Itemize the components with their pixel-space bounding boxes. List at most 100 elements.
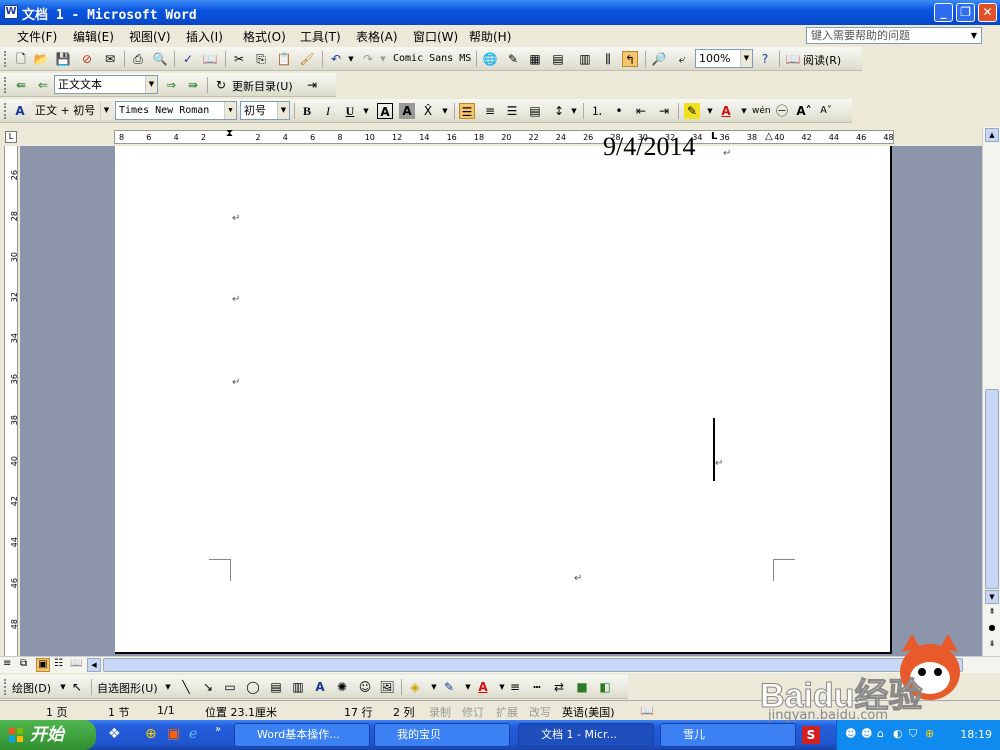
scroll-up-arrow[interactable]: ▲ <box>985 128 999 142</box>
menu-window[interactable]: 窗口(W) <box>413 28 458 45</box>
quicklaunch-app-icon[interactable]: ❖ <box>108 726 121 742</box>
horizontal-scroll-thumb[interactable] <box>103 658 963 672</box>
vertical-ruler[interactable]: 26 28 30 32 34 36 38 40 42 44 46 48 <box>0 146 20 656</box>
style-select[interactable]: 正文 + 初号 ▼ <box>31 101 113 120</box>
justify-icon[interactable]: ▤ <box>527 103 543 119</box>
status-record[interactable]: 录制 <box>429 704 451 720</box>
task-word-document[interactable]: 文档 1 - Micr... <box>518 723 654 747</box>
show-formatting-icon[interactable]: 🔎 <box>651 51 667 67</box>
status-overtype[interactable]: 改写 <box>529 704 551 720</box>
menu-table[interactable]: 表格(A) <box>356 28 398 45</box>
date-text[interactable]: 9/4/2014 <box>603 132 695 162</box>
highlight-icon[interactable]: ✎ <box>684 103 700 119</box>
minimize-button[interactable]: _ <box>934 3 953 22</box>
outline-level-select[interactable]: 正文文本 ▼ <box>54 75 158 94</box>
document-map-icon[interactable]: ↰ <box>622 51 638 67</box>
scroll-down-arrow[interactable]: ▼ <box>985 590 999 604</box>
select-browse-object-icon[interactable]: ● <box>985 623 999 637</box>
spelling-icon[interactable]: ✓ <box>180 51 196 67</box>
quicklaunch-ie-icon[interactable]: ℯ <box>189 726 197 742</box>
scroll-left-arrow[interactable]: ◀ <box>87 658 101 672</box>
read-icon[interactable]: 📖 <box>785 51 801 67</box>
next-page-icon[interactable]: ⇟ <box>985 639 999 653</box>
paste-icon[interactable]: 📋 <box>276 51 292 67</box>
menu-file[interactable]: 文件(F) <box>17 28 57 45</box>
menu-insert[interactable]: 插入(I) <box>186 28 223 45</box>
chevron-down-icon[interactable]: ▼ <box>702 103 718 119</box>
oval-icon[interactable]: ◯ <box>245 679 261 695</box>
font-color-icon[interactable]: A <box>718 103 734 119</box>
demote-to-body-icon[interactable]: ⇛ <box>185 77 201 93</box>
char-shading-button[interactable]: A <box>399 103 415 119</box>
menu-edit[interactable]: 编辑(E) <box>73 28 114 45</box>
tray-app-s-icon[interactable]: S <box>802 726 820 744</box>
dash-style-icon[interactable]: ┅ <box>529 679 545 695</box>
toolbar-grip[interactable] <box>4 103 7 119</box>
menu-view[interactable]: 视图(V) <box>129 28 171 45</box>
tables-borders-icon[interactable]: ✎ <box>505 51 521 67</box>
diagram-icon[interactable]: ✺ <box>334 679 350 695</box>
fill-color-icon[interactable]: ◈ <box>407 679 423 695</box>
toolbar-grip[interactable] <box>4 679 7 695</box>
permission-icon[interactable]: ⊘ <box>79 51 95 67</box>
hyperlink-icon[interactable]: 🌐 <box>482 51 498 67</box>
insert-picture-icon[interactable]: 🖼 <box>379 679 395 695</box>
status-track-changes[interactable]: 修订 <box>462 704 484 720</box>
numbering-icon[interactable]: ⒈ <box>589 103 605 119</box>
chevron-down-icon[interactable]: ▼ <box>740 50 752 67</box>
qq-icon-2[interactable]: ☻ <box>861 727 872 740</box>
grow-font-icon[interactable]: A˄ <box>796 103 812 119</box>
task-my-baby[interactable]: 我的宝贝 <box>374 723 510 747</box>
print-preview-icon[interactable]: 🔍 <box>152 51 168 67</box>
web-view-icon[interactable]: ⧉ <box>20 658 27 669</box>
insert-table-icon[interactable]: ▦ <box>527 51 543 67</box>
qq-icon[interactable]: ☻ <box>845 727 856 740</box>
rectangle-icon[interactable]: ▭ <box>222 679 238 695</box>
menu-tools[interactable]: 工具(T) <box>300 28 341 45</box>
select-objects-icon[interactable]: ↖ <box>69 679 85 695</box>
drawing-icon[interactable]: ⫼ <box>600 51 616 67</box>
restore-button[interactable]: ❐ <box>956 3 975 22</box>
wordart-icon[interactable]: A <box>312 679 328 695</box>
chevron-down-icon[interactable]: ▼ <box>437 103 453 119</box>
redo-icon[interactable]: ↷ <box>360 51 376 67</box>
cut-icon[interactable]: ✂ <box>231 51 247 67</box>
chevron-down-icon[interactable]: ▼ <box>375 51 391 67</box>
task-xueer[interactable]: 雪儿 <box>660 723 796 747</box>
open-folder-icon[interactable]: 📂 <box>33 51 49 67</box>
chevron-down-icon[interactable]: ▼ <box>100 102 112 119</box>
underline-button[interactable]: U <box>342 103 358 119</box>
styles-icon[interactable]: A <box>12 103 28 119</box>
horizontal-ruler[interactable]: L 8 6 4 2 2 4 6 8 10 12 14 16 18 20 22 24 26 28 30 32 34 36 38… <box>0 127 1000 146</box>
vertical-text-box-icon[interactable]: ▥ <box>290 679 306 695</box>
char-scale-icon[interactable]: X̂ <box>420 103 436 119</box>
help-icon[interactable]: ? <box>757 51 773 67</box>
promote-to-heading-icon[interactable]: ⇚ <box>13 77 29 93</box>
chevron-down-icon[interactable]: ▼ <box>358 103 374 119</box>
line-spacing-icon[interactable]: ↕ <box>551 103 567 119</box>
paragraph-marks-icon[interactable]: ⤶ <box>674 51 690 67</box>
task-word-basics[interactable]: Word基本操作... <box>234 723 370 747</box>
shrink-font-icon[interactable]: A˅ <box>818 103 834 119</box>
document-area[interactable]: 9/4/2014 ↵ ↵ ↵ ↵ ↵ ↵ <box>20 132 982 656</box>
text-box-icon[interactable]: ▤ <box>268 679 284 695</box>
security-shield-icon[interactable]: ⛉ <box>909 727 917 741</box>
format-painter-icon[interactable]: 🖌 <box>299 51 315 67</box>
clock[interactable]: 18:19 <box>960 728 992 741</box>
menu-format[interactable]: 格式(O) <box>243 28 286 45</box>
quicklaunch-player-icon[interactable]: ▣ <box>167 726 180 742</box>
outline-view-icon[interactable]: ☷ <box>54 658 63 669</box>
previous-page-icon[interactable]: ⇞ <box>985 607 999 621</box>
volume-icon[interactable]: ◐ <box>893 727 903 740</box>
undo-icon[interactable]: ↶ <box>328 51 344 67</box>
update-icon[interactable]: ⊕ <box>925 727 934 740</box>
insert-excel-icon[interactable]: ▤ <box>550 51 566 67</box>
network-icon[interactable]: ⌂ <box>877 727 884 740</box>
document-page[interactable]: 9/4/2014 ↵ ↵ ↵ ↵ ↵ ↵ <box>115 132 892 654</box>
chevron-down-icon[interactable]: ▼ <box>343 51 359 67</box>
increase-indent-icon[interactable]: ⇥ <box>656 103 672 119</box>
demote-icon[interactable]: ⇒ <box>163 77 179 93</box>
chevron-down-icon[interactable]: ▼ <box>566 103 582 119</box>
close-button[interactable]: ✕ <box>978 3 997 22</box>
save-icon[interactable]: 💾 <box>55 51 71 67</box>
